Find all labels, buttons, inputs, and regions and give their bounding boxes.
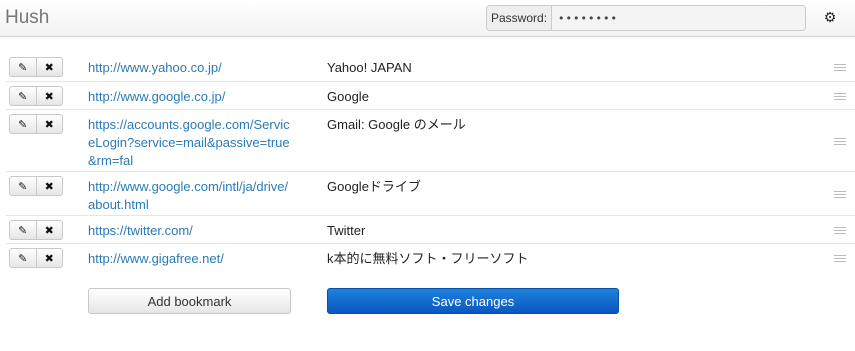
- drag-handle-icon[interactable]: [834, 64, 846, 72]
- bookmark-table: ✎ ✖ http://www.yahoo.co.jp/ Yahoo! JAPAN…: [6, 53, 855, 271]
- bookmark-url[interactable]: http://www.google.com/intl/ja/drive/abou…: [88, 178, 294, 214]
- table-row: ✎ ✖ http://www.google.co.jp/ Google: [6, 81, 855, 109]
- row-actions: ✎ ✖: [9, 248, 63, 268]
- save-changes-button[interactable]: Save changes: [327, 288, 619, 314]
- edit-icon[interactable]: ✎: [10, 87, 36, 105]
- table-row: ✎ ✖ http://www.google.com/intl/ja/drive/…: [6, 171, 855, 215]
- bookmark-title: k本的に無料ソフト・フリーソフト: [327, 251, 529, 266]
- delete-icon[interactable]: ✖: [35, 177, 63, 195]
- drag-handle-icon[interactable]: [834, 227, 846, 235]
- app-brand: Hush: [5, 7, 50, 28]
- add-bookmark-button[interactable]: Add bookmark: [88, 288, 291, 314]
- table-row: ✎ ✖ https://twitter.com/ Twitter: [6, 215, 855, 243]
- row-actions: ✎ ✖: [9, 57, 63, 77]
- drag-handle-icon[interactable]: [834, 191, 846, 199]
- bookmark-url[interactable]: https://twitter.com/: [88, 222, 294, 240]
- password-input[interactable]: [552, 6, 805, 30]
- bookmark-title: Googleドライブ: [327, 179, 421, 194]
- row-actions: ✎ ✖: [9, 86, 63, 106]
- table-row: ✎ ✖ http://www.gigafree.net/ k本的に無料ソフト・フ…: [6, 243, 855, 271]
- row-actions: ✎ ✖: [9, 220, 63, 240]
- bookmark-title: Google: [327, 89, 369, 104]
- delete-icon[interactable]: ✖: [35, 249, 63, 267]
- bookmark-title: Twitter: [327, 223, 366, 238]
- bookmark-url[interactable]: http://www.google.co.jp/: [88, 88, 294, 106]
- navbar: Hush Password: ⚙: [0, 0, 855, 37]
- delete-icon[interactable]: ✖: [35, 58, 63, 76]
- edit-icon[interactable]: ✎: [10, 249, 36, 267]
- bookmark-title: Yahoo! JAPAN: [327, 60, 412, 75]
- delete-icon[interactable]: ✖: [35, 115, 63, 133]
- password-label: Password:: [487, 6, 553, 30]
- bookmark-url[interactable]: https://accounts.google.com/ServiceLogin…: [88, 116, 294, 170]
- delete-icon[interactable]: ✖: [35, 221, 63, 239]
- bookmark-title: Gmail: Google のメール: [327, 117, 466, 132]
- drag-handle-icon[interactable]: [834, 255, 846, 263]
- gear-icon[interactable]: ⚙: [822, 9, 838, 25]
- row-actions: ✎ ✖: [9, 114, 63, 134]
- bookmark-url[interactable]: http://www.gigafree.net/: [88, 250, 294, 268]
- edit-icon[interactable]: ✎: [10, 115, 36, 133]
- table-row: ✎ ✖ http://www.yahoo.co.jp/ Yahoo! JAPAN: [6, 53, 855, 81]
- edit-icon[interactable]: ✎: [10, 58, 36, 76]
- edit-icon[interactable]: ✎: [10, 177, 36, 195]
- edit-icon[interactable]: ✎: [10, 221, 36, 239]
- bookmark-url[interactable]: http://www.yahoo.co.jp/: [88, 59, 294, 77]
- drag-handle-icon[interactable]: [834, 138, 846, 146]
- table-row: ✎ ✖ https://accounts.google.com/ServiceL…: [6, 109, 855, 171]
- row-actions: ✎ ✖: [9, 176, 63, 196]
- delete-icon[interactable]: ✖: [35, 87, 63, 105]
- drag-handle-icon[interactable]: [834, 93, 846, 101]
- password-group: Password:: [486, 5, 806, 31]
